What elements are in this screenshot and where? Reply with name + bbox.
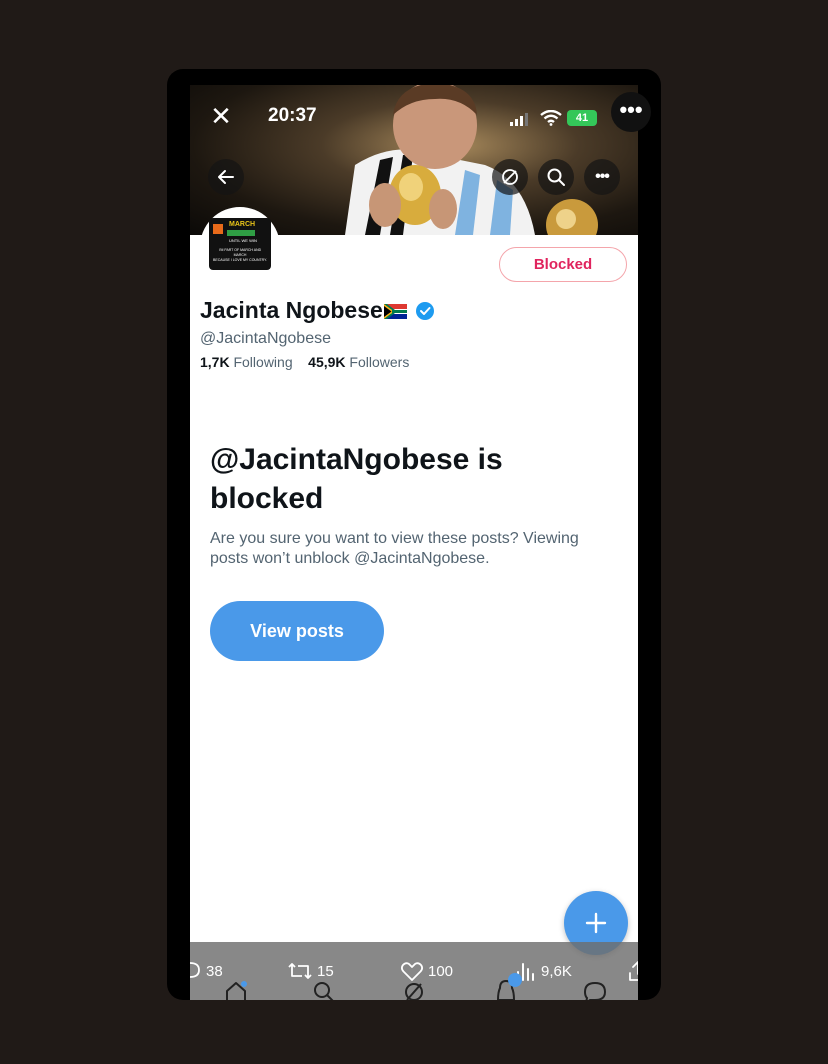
- profile-more-button[interactable]: •••: [584, 159, 620, 195]
- reply-icon: [190, 962, 200, 978]
- reply-metric[interactable]: 38: [190, 960, 223, 982]
- share-button[interactable]: [627, 960, 638, 982]
- signal-icon: [510, 113, 528, 126]
- blocked-button[interactable]: Blocked: [499, 247, 627, 282]
- view-posts-button[interactable]: View posts: [210, 601, 384, 661]
- blocked-title: @JacintaNgobese is blocked: [210, 443, 503, 515]
- notifications-icon[interactable]: [493, 972, 523, 1000]
- more-options-button[interactable]: •••: [611, 92, 651, 132]
- south-africa-flag-icon: [383, 304, 407, 319]
- more-icon: •••: [619, 97, 643, 122]
- repost-icon: [288, 963, 312, 979]
- back-button[interactable]: [208, 159, 244, 195]
- close-button[interactable]: ✕: [204, 99, 238, 133]
- plus-icon: [585, 912, 607, 934]
- search-icon: [547, 168, 565, 186]
- followers-count: 45,9K: [308, 354, 346, 370]
- battery-icon: 41: [567, 110, 597, 126]
- status-time: 20:37: [268, 105, 317, 126]
- grok-button[interactable]: [492, 159, 528, 195]
- reply-count: 38: [206, 962, 223, 980]
- follow-stats: 1,7K Following 45,9K Followers: [200, 354, 409, 370]
- followers-link[interactable]: 45,9K Followers: [308, 354, 409, 370]
- search-button[interactable]: [538, 159, 574, 195]
- more-icon: •••: [595, 168, 610, 185]
- grok-icon: [502, 169, 518, 185]
- views-metric[interactable]: 9,6K: [515, 960, 572, 982]
- battery-level: 41: [575, 112, 589, 124]
- share-icon: [629, 961, 638, 981]
- avatar-image: MARCH UNTIL WE WIN I'M PART OF MARCH AND…: [209, 218, 271, 270]
- repost-metric[interactable]: 15: [287, 960, 334, 982]
- following-link[interactable]: 1,7K Following: [200, 354, 293, 370]
- following-label: Following: [233, 354, 293, 370]
- avatar[interactable]: MARCH UNTIL WE WIN I'M PART OF MARCH AND…: [200, 207, 280, 287]
- like-count: 100: [428, 962, 454, 980]
- repost-count: 15: [317, 962, 334, 980]
- home-icon[interactable]: [224, 980, 248, 1000]
- phone-screen: ✕ 20:37 41 ••• MARCH UNTIL WE WIN I'M PA…: [190, 85, 638, 1000]
- followers-label: Followers: [349, 354, 410, 370]
- screenshot-frame: ••• ✕ 20:37 41 ••• MARCH UNTIL WE WIN I'…: [167, 69, 661, 1000]
- avatar-decor: [227, 230, 255, 236]
- avatar-text-line-2: BECAUSE I LOVE MY COUNTRY.: [213, 258, 267, 262]
- search-nav-icon[interactable]: [312, 980, 336, 1000]
- status-icons: 41: [510, 109, 620, 129]
- avatar-flag-mark: [213, 224, 223, 234]
- display-name-row: Jacinta Ngobese: [200, 297, 435, 324]
- like-metric[interactable]: 100: [400, 960, 453, 982]
- close-icon: ✕: [210, 101, 232, 131]
- verified-badge-icon: [415, 301, 434, 320]
- avatar-text-line-1: I'M PART OF MARCH AND MARCH: [218, 248, 262, 257]
- messages-icon[interactable]: [582, 980, 608, 1000]
- grok-nav-icon[interactable]: [402, 980, 426, 1000]
- following-count: 1,7K: [200, 354, 230, 370]
- avatar-text-march: MARCH: [229, 221, 256, 228]
- bottom-bar: 38 15 100 9,6K: [190, 942, 638, 1000]
- views-count: 9,6K: [541, 962, 572, 980]
- avatar-text-win: UNTIL WE WIN: [229, 238, 257, 243]
- display-name: Jacinta Ngobese: [200, 297, 383, 323]
- ballon-dor-trophy: [546, 199, 598, 235]
- wifi-icon: [540, 110, 562, 126]
- like-icon: [400, 962, 424, 981]
- blocked-description: Are you sure you want to view these post…: [210, 530, 579, 567]
- back-arrow-icon: [218, 170, 234, 184]
- profile-handle: @JacintaNgobese: [200, 330, 331, 347]
- avatar-text-lines: I'M PART OF MARCH AND MARCH BECAUSE I LO…: [212, 248, 268, 263]
